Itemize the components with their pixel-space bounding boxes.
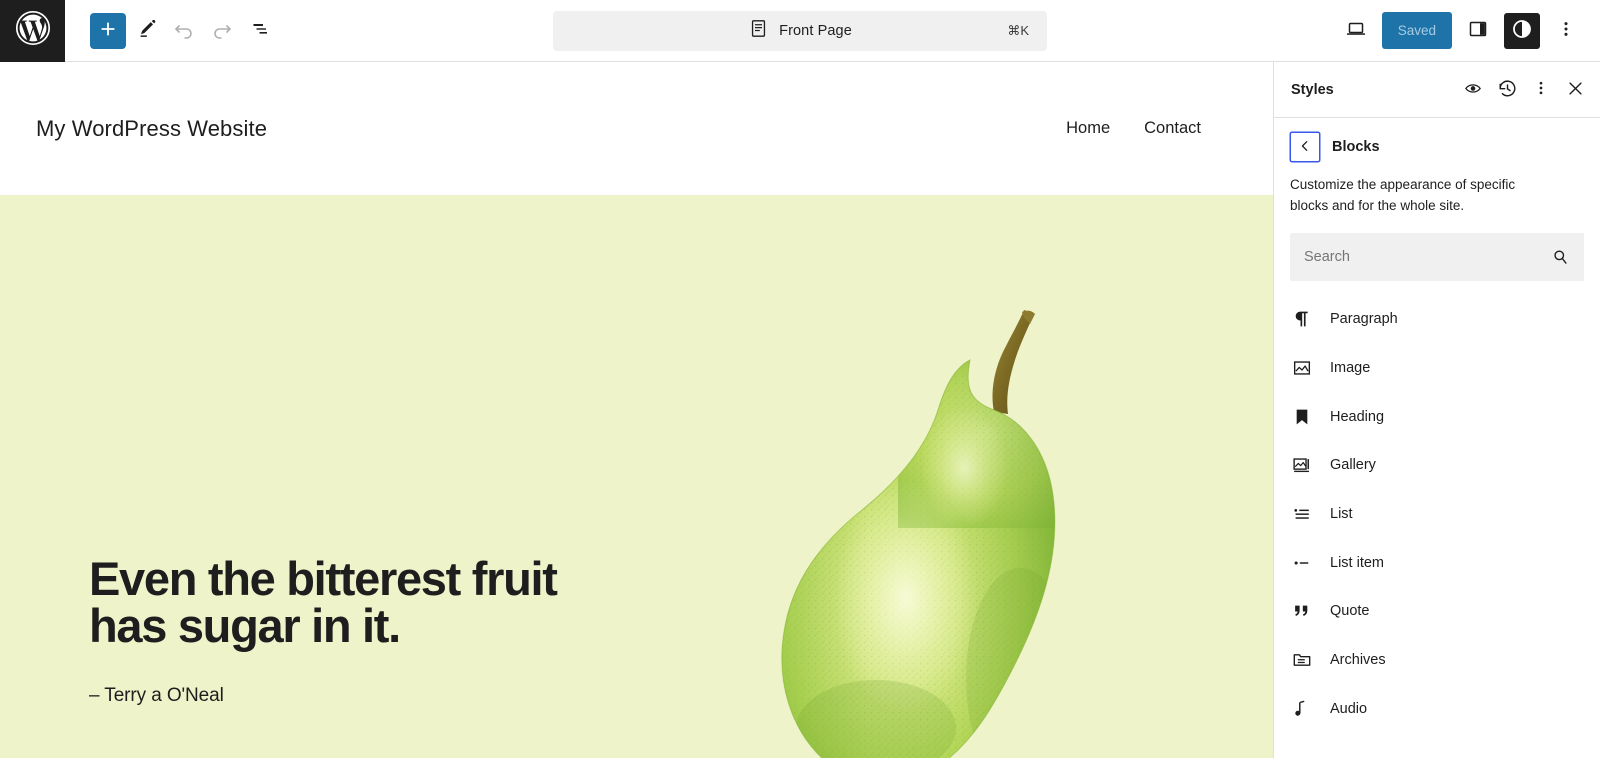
block-label: Gallery: [1330, 457, 1376, 474]
audio-note-icon: [1290, 697, 1314, 721]
block-item-heading[interactable]: Heading: [1274, 392, 1600, 441]
chevron-left-icon: [1296, 137, 1314, 158]
list-view-icon: [248, 17, 272, 44]
undo-arrow-icon: [172, 17, 196, 44]
hero-text-block[interactable]: Even the bitterest fruit has sugar in it…: [89, 555, 649, 707]
image-frame-icon: [1290, 356, 1314, 380]
command-center-shortcut: ⌘K: [1007, 23, 1029, 38]
left-tool-group: [65, 12, 278, 49]
block-label: Heading: [1330, 408, 1385, 425]
site-preview-canvas[interactable]: My WordPress Website Home Contact Even t…: [0, 62, 1273, 758]
heading-bookmark-icon: [1290, 405, 1314, 429]
quote-marks-icon: [1290, 599, 1314, 623]
block-label: Paragraph: [1330, 311, 1398, 328]
view-device-button[interactable]: [1338, 13, 1374, 49]
styles-panel-title: Styles: [1291, 81, 1334, 98]
page-document-icon: [748, 18, 769, 44]
block-label: Quote: [1330, 603, 1370, 620]
revisions-button[interactable]: [1490, 73, 1524, 107]
more-styles-actions-button[interactable]: [1524, 73, 1558, 107]
laptop-icon: [1344, 17, 1368, 44]
search-input[interactable]: [1290, 232, 1584, 281]
redo-button[interactable]: [204, 13, 240, 49]
styles-search-box[interactable]: [1290, 232, 1584, 281]
style-book-button[interactable]: [1456, 73, 1490, 107]
hero-citation: – Terry a O'Neal: [89, 685, 224, 706]
styles-button[interactable]: [1504, 12, 1540, 49]
wordpress-site-editor: Front Page ⌘K Saved My WordPress Website…: [0, 0, 1600, 758]
site-navigation: Home Contact: [1066, 119, 1237, 138]
block-item-archives[interactable]: Archives: [1274, 636, 1600, 685]
block-label: List item: [1330, 554, 1384, 571]
site-title: My WordPress Website: [36, 115, 268, 141]
contrast-half-circle-icon: [1509, 16, 1535, 45]
editor-body: My WordPress Website Home Contact Even t…: [0, 62, 1600, 758]
styles-breadcrumb-row: Blocks: [1274, 118, 1600, 170]
eye-icon: [1462, 77, 1484, 102]
block-label: List: [1330, 505, 1353, 522]
options-menu-button[interactable]: [1548, 13, 1584, 49]
block-item-image[interactable]: Image: [1274, 344, 1600, 393]
styles-back-button[interactable]: [1290, 132, 1320, 162]
styles-sidebar-header: Styles: [1274, 62, 1600, 118]
edit-tool-button[interactable]: [128, 13, 164, 49]
block-item-audio[interactable]: Audio: [1274, 684, 1600, 733]
block-item-paragraph[interactable]: Paragraph: [1274, 295, 1600, 344]
styles-section-description: Customize the appearance of specific blo…: [1290, 177, 1516, 213]
close-styles-button[interactable]: [1558, 73, 1592, 107]
styles-sidebar: Styles Blocks Customize the appearance o…: [1273, 62, 1600, 758]
styles-header-actions: [1456, 73, 1592, 107]
block-item-quote[interactable]: Quote: [1274, 587, 1600, 636]
pear-stem: [992, 310, 1034, 414]
block-item-list-item[interactable]: List item: [1274, 538, 1600, 587]
paragraph-pilcrow-icon: [1290, 307, 1314, 331]
close-x-icon: [1565, 78, 1586, 102]
block-label: Image: [1330, 359, 1371, 376]
nav-link-home[interactable]: Home: [1066, 119, 1110, 138]
document-overview-button[interactable]: [242, 13, 278, 49]
save-button[interactable]: Saved: [1381, 12, 1452, 49]
revision-history-icon: [1496, 77, 1519, 103]
site-header: My WordPress Website Home Contact: [0, 62, 1273, 195]
plus-icon: [97, 18, 119, 43]
pencil-icon: [134, 17, 158, 44]
hero-quote-line-1: Even the bitterest fruit: [89, 552, 558, 605]
redo-arrow-icon: [210, 17, 234, 44]
block-label: Archives: [1330, 652, 1386, 668]
block-item-list[interactable]: List: [1274, 490, 1600, 539]
gallery-stack-icon: [1290, 453, 1314, 477]
command-center-title: Front Page: [779, 23, 852, 39]
three-dots-vertical-icon: [1531, 78, 1551, 101]
sidebar-panel-icon: [1466, 17, 1490, 44]
block-types-list: Paragraph Image Heading Gallery List Lis…: [1274, 295, 1600, 758]
block-item-gallery[interactable]: Gallery: [1274, 441, 1600, 490]
list-bullets-icon: [1290, 502, 1314, 526]
wordpress-logo-button[interactable]: [0, 0, 65, 62]
pear-illustration: [758, 298, 1098, 758]
styles-section-title: Blocks: [1332, 139, 1380, 155]
hero-section[interactable]: Even the bitterest fruit has sugar in it…: [0, 195, 1273, 758]
archives-folder-icon: [1290, 648, 1314, 672]
command-center-button[interactable]: Front Page ⌘K: [553, 11, 1047, 51]
styles-search-wrapper: [1274, 217, 1600, 281]
nav-link-contact[interactable]: Contact: [1144, 119, 1201, 138]
hero-quote-line-2: has sugar in it.: [89, 599, 401, 652]
right-tool-group: Saved: [1338, 12, 1600, 49]
undo-button[interactable]: [166, 13, 202, 49]
three-dots-vertical-icon: [1555, 18, 1577, 43]
settings-sidebar-button[interactable]: [1460, 13, 1496, 49]
block-label: Audio: [1330, 700, 1368, 717]
wordpress-logo-icon: [15, 10, 51, 51]
list-item-icon: [1290, 551, 1314, 575]
editor-top-toolbar: Front Page ⌘K Saved: [0, 0, 1600, 62]
add-block-button[interactable]: [90, 12, 126, 49]
